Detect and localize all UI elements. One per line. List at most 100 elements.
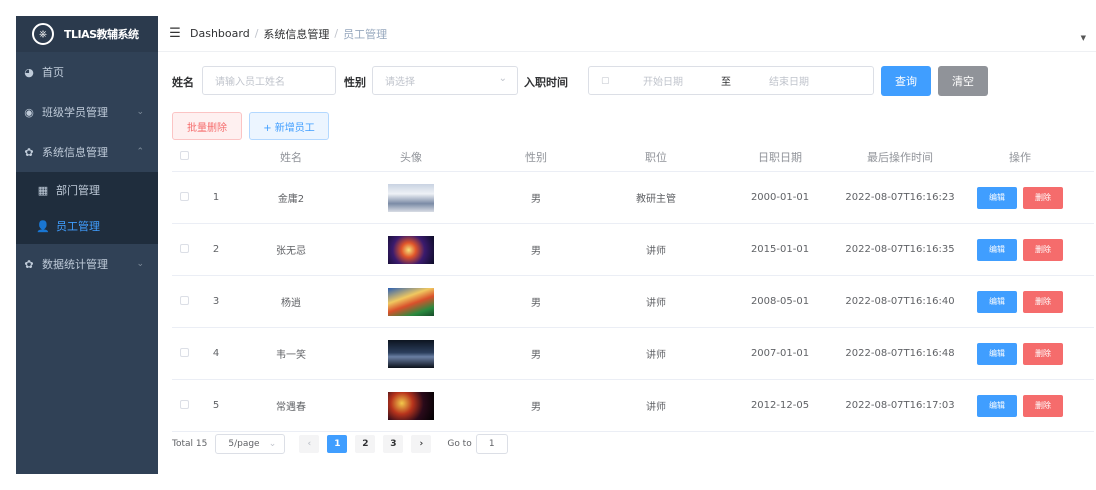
app-title: TLIAS教辅系统 xyxy=(64,28,139,41)
breadcrumb-dashboard[interactable]: Dashboard xyxy=(190,27,250,40)
employee-gender: 男 xyxy=(531,246,541,257)
page-3-button[interactable]: 3 xyxy=(383,435,404,453)
row-checkbox[interactable] xyxy=(179,243,189,253)
table-body: 1 金庸2 男 教研主管 2000-01-01 2022-08-07T16:16… xyxy=(172,172,1094,432)
edit-button[interactable]: 编辑 xyxy=(977,342,1017,365)
delete-button[interactable]: 删除 xyxy=(1023,394,1063,417)
breadcrumb-current: 员工管理 xyxy=(343,27,388,41)
sidebar-item-label: 班级学员管理 xyxy=(42,106,108,119)
page-2-button[interactable]: 2 xyxy=(355,435,376,453)
gender-select[interactable]: 请选择 ⌄ xyxy=(372,66,518,95)
employee-updated-time: 2022-08-07T16:16:40 xyxy=(845,296,955,307)
edit-button[interactable]: 编辑 xyxy=(977,238,1017,261)
sidebar-item-statistics[interactable]: ✿ 数据统计管理 ⌄ xyxy=(16,244,158,284)
hamburger-icon[interactable]: ☰ xyxy=(160,26,190,41)
actions-cell: 编辑 删除 xyxy=(956,290,1084,313)
employee-updated-time: 2022-08-07T16:16:48 xyxy=(845,348,955,359)
gear-icon: ✿ xyxy=(24,145,34,159)
batch-delete-button[interactable]: 批量删除 xyxy=(172,112,242,140)
avatar-image xyxy=(388,391,434,420)
employee-name: 韦一笑 xyxy=(276,350,306,361)
prev-page-button[interactable]: ‹ xyxy=(299,435,320,453)
sidebar-item-department[interactable]: ▦ 部门管理 xyxy=(16,172,158,208)
header-gender: 性别 xyxy=(525,150,547,164)
actions-cell: 编辑 删除 xyxy=(956,394,1084,417)
grid-icon: ▦ xyxy=(37,183,49,197)
sidebar-item-label: 部门管理 xyxy=(56,184,100,197)
name-input[interactable]: 请输入员工姓名 xyxy=(202,66,336,95)
student-icon: ◉ xyxy=(24,105,34,119)
table-row: 1 金庸2 男 教研主管 2000-01-01 2022-08-07T16:16… xyxy=(172,172,1094,224)
clear-button[interactable]: 清空 xyxy=(938,66,988,96)
employee-table: 姓名 头像 性别 职位 日职日期 最后操作时间 操作 1 金庸2 男 教研主管 … xyxy=(172,142,1094,432)
edit-button[interactable]: 编辑 xyxy=(977,290,1017,313)
header-avatar: 头像 xyxy=(400,150,422,164)
date-label: 入职时间 xyxy=(524,76,568,89)
goto-input[interactable]: 1 xyxy=(475,434,508,454)
add-employee-button[interactable]: + 新增员工 xyxy=(249,112,329,140)
page-size-value: 5/page xyxy=(228,439,260,449)
gender-placeholder: 请选择 xyxy=(385,77,415,88)
sidebar-item-home[interactable]: ◕ 首页 xyxy=(16,52,158,92)
sidebar-item-label: 数据统计管理 xyxy=(42,258,108,271)
row-select-cell xyxy=(172,243,196,256)
submenu-system-info: ▦ 部门管理 👤 员工管理 xyxy=(16,172,158,244)
end-date-input[interactable]: 结束日期 xyxy=(769,73,809,88)
query-button[interactable]: 查询 xyxy=(881,66,931,96)
sidebar-item-employee[interactable]: 👤 员工管理 xyxy=(16,208,158,244)
avatar-cell xyxy=(346,235,476,264)
chevron-down-icon: ⌄ xyxy=(498,73,507,84)
date-range-picker[interactable]: ▢ 开始日期 至 结束日期 xyxy=(588,66,874,95)
next-page-button[interactable]: › xyxy=(411,435,432,453)
sidebar-item-label: 系统信息管理 xyxy=(42,146,108,159)
row-checkbox[interactable] xyxy=(179,295,189,305)
actions-cell: 编辑 删除 xyxy=(956,342,1084,365)
avatar-cell xyxy=(346,287,476,316)
row-index: 3 xyxy=(212,296,220,307)
breadcrumb-separator: / xyxy=(254,27,259,40)
row-checkbox[interactable] xyxy=(179,347,189,357)
employee-position: 讲师 xyxy=(646,402,666,413)
row-select-cell xyxy=(172,399,196,412)
select-all-checkbox[interactable] xyxy=(179,151,189,160)
employee-gender: 男 xyxy=(531,298,541,309)
chevron-down-icon: ⌄ xyxy=(136,259,144,269)
page-size-select[interactable]: 5/page ⌄ xyxy=(215,434,286,454)
row-index: 5 xyxy=(212,400,220,411)
header-name: 姓名 xyxy=(280,150,302,164)
user-icon: 👤 xyxy=(36,219,50,233)
avatar-cell xyxy=(346,391,476,420)
edit-button[interactable]: 编辑 xyxy=(977,186,1017,209)
employee-gender: 男 xyxy=(531,194,541,205)
sidebar-item-class-students[interactable]: ◉ 班级学员管理 ⌄ xyxy=(16,92,158,132)
chevron-down-icon: ⌄ xyxy=(268,439,277,449)
sidebar: ⎈ TLIAS教辅系统 ◕ 首页 ◉ 班级学员管理 ⌄ ✿ 系统信息管理 ⌃ ▦… xyxy=(16,16,158,474)
employee-entry-date: 2015-01-01 xyxy=(750,244,810,255)
dropdown-caret-icon[interactable]: ▼ xyxy=(1081,34,1086,42)
table-row: 2 张无忌 男 讲师 2015-01-01 2022-08-07T16:16:3… xyxy=(172,224,1094,276)
row-select-cell xyxy=(172,295,196,308)
main-content: ☰ Dashboard / 系统信息管理 / 员工管理 ▼ 姓名 请输入员工姓名… xyxy=(158,16,1096,474)
header-updated: 最后操作时间 xyxy=(867,150,933,164)
row-index: 4 xyxy=(212,348,220,359)
page-1-button[interactable]: 1 xyxy=(327,435,348,453)
employee-entry-date: 2000-01-01 xyxy=(750,192,810,203)
delete-button[interactable]: 删除 xyxy=(1023,186,1063,209)
header-actions: 操作 xyxy=(1009,150,1031,164)
employee-gender: 男 xyxy=(531,402,541,413)
breadcrumb-separator: / xyxy=(334,27,339,40)
delete-button[interactable]: 删除 xyxy=(1023,342,1063,365)
chevron-down-icon: ⌄ xyxy=(136,107,144,117)
avatar-cell xyxy=(346,339,476,368)
row-checkbox[interactable] xyxy=(179,399,189,409)
row-checkbox[interactable] xyxy=(179,191,189,201)
gender-label: 性别 xyxy=(344,76,366,89)
breadcrumb-system-info[interactable]: 系统信息管理 xyxy=(263,26,329,42)
sidebar-item-system-info[interactable]: ✿ 系统信息管理 ⌃ xyxy=(16,132,158,172)
edit-button[interactable]: 编辑 xyxy=(977,394,1017,417)
start-date-input[interactable]: 开始日期 xyxy=(643,73,683,88)
delete-button[interactable]: 删除 xyxy=(1023,238,1063,261)
employee-updated-time: 2022-08-07T16:16:23 xyxy=(845,192,955,203)
delete-button[interactable]: 删除 xyxy=(1023,290,1063,313)
sidebar-item-label: 首页 xyxy=(42,66,64,79)
